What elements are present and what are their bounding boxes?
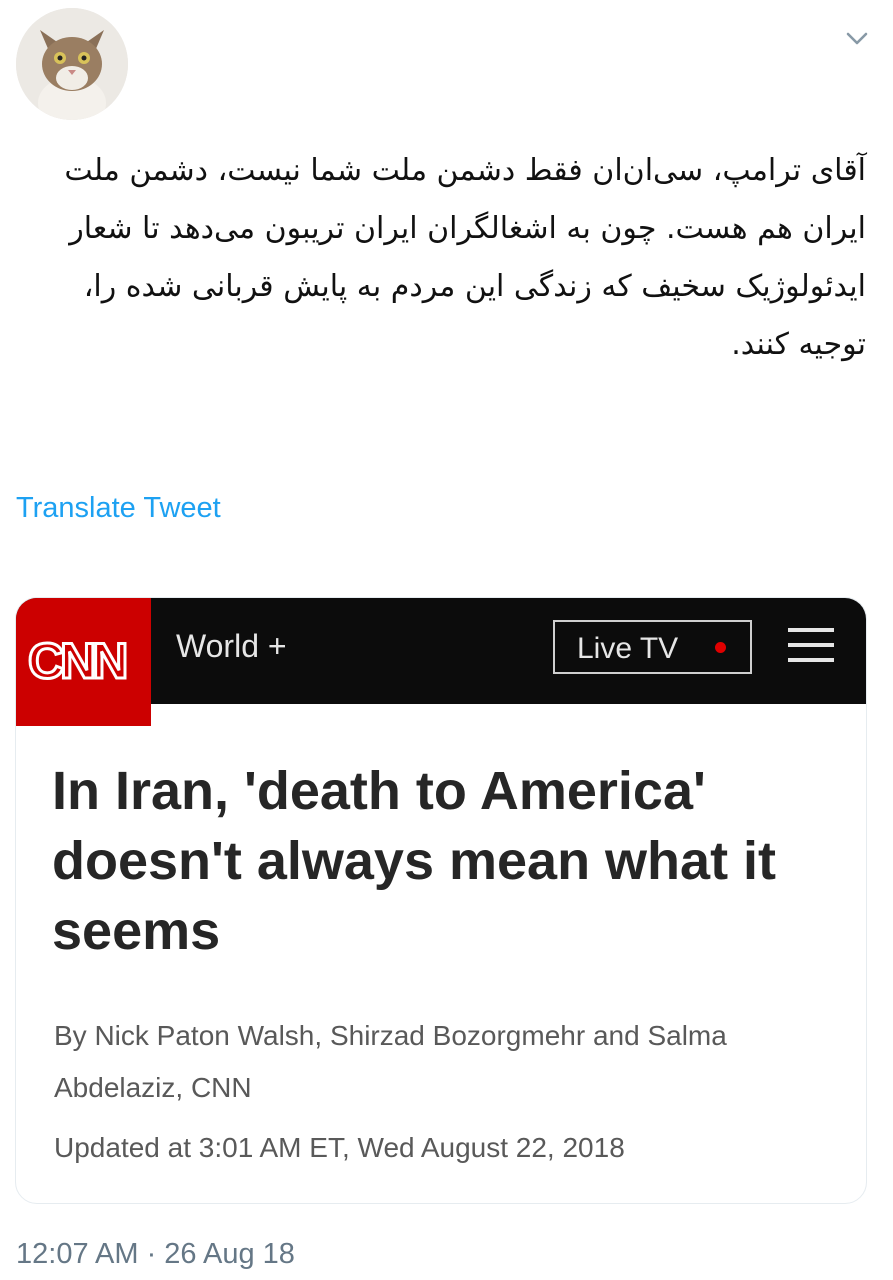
tweet-text: آقای ترامپ، سی‌ان‌ان فقط دشمن ملت شما نی… bbox=[64, 153, 866, 362]
chevron-down-icon[interactable] bbox=[842, 26, 872, 50]
avatar[interactable] bbox=[16, 8, 128, 120]
article-headline: In Iran, 'death to America' doesn't alwa… bbox=[52, 761, 777, 961]
cnn-wordmark: CNN bbox=[27, 634, 131, 688]
article-byline: By Nick Paton Walsh, Shirzad Bozorgmehr … bbox=[54, 1020, 727, 1103]
tweet-timestamp[interactable]: 12:07 AM · 26 Aug 18 bbox=[16, 1238, 295, 1271]
svg-text:CNN: CNN bbox=[28, 634, 125, 688]
live-tv-label: Live TV bbox=[577, 632, 679, 665]
section-nav-world[interactable]: World + bbox=[176, 628, 287, 665]
cat-avatar-icon bbox=[16, 8, 128, 120]
hamburger-menu-icon[interactable] bbox=[788, 628, 834, 664]
live-tv-button[interactable]: Live TV bbox=[553, 620, 752, 674]
article-updated: Updated at 3:01 AM ET, Wed August 22, 20… bbox=[54, 1132, 625, 1163]
cnn-logo[interactable]: CNN bbox=[16, 598, 151, 726]
link-preview-card[interactable]: World + Live TV CNN In Iran, 'death to A… bbox=[15, 597, 867, 1204]
translate-tweet-link[interactable]: Translate Tweet bbox=[16, 492, 221, 525]
live-dot-icon bbox=[715, 642, 726, 653]
